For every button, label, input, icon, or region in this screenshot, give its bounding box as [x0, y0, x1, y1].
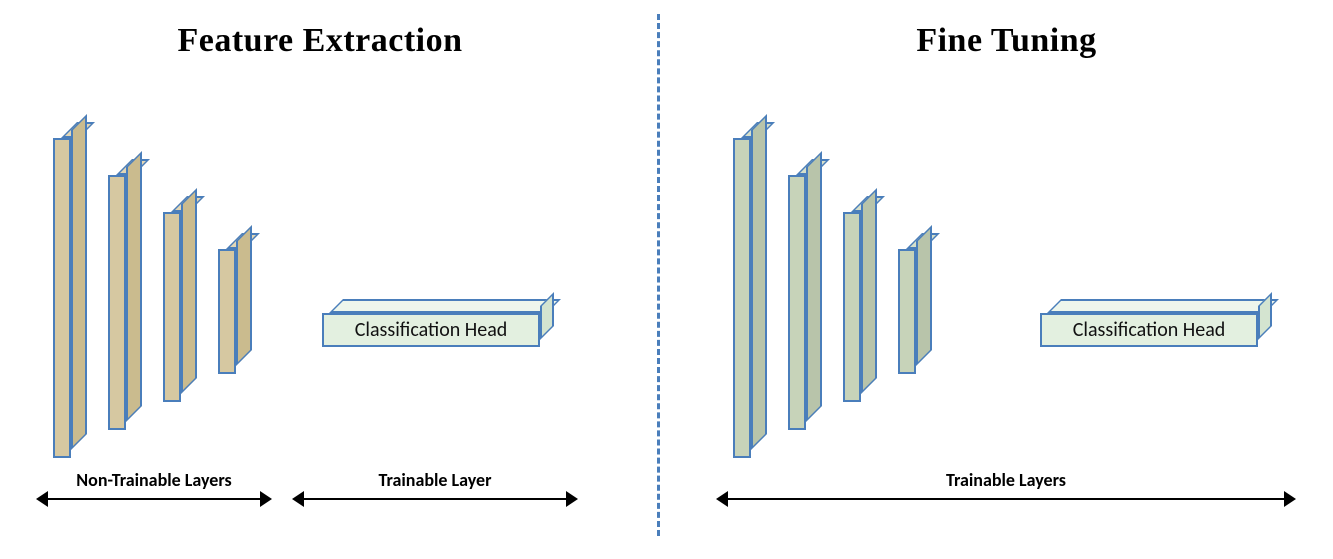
range-trainable	[292, 490, 578, 508]
range-non-trainable	[36, 490, 272, 508]
classification-head-label: Classification Head	[1040, 313, 1258, 347]
panel-divider	[657, 14, 660, 536]
range-trainable	[716, 490, 1296, 508]
title-right: Fine Tuning	[680, 22, 1333, 60]
panel-feature-extraction: Feature Extraction Classification Head N…	[0, 0, 640, 559]
title-left: Feature Extraction	[0, 22, 640, 60]
classification-head-label: Classification Head	[322, 313, 540, 347]
range-label: Trainable Layer	[292, 469, 578, 491]
range-label: Non-Trainable Layers	[36, 469, 272, 491]
panel-fine-tuning: Fine Tuning Classification Head Trainabl…	[680, 0, 1333, 559]
range-label: Trainable Layers	[716, 469, 1296, 491]
